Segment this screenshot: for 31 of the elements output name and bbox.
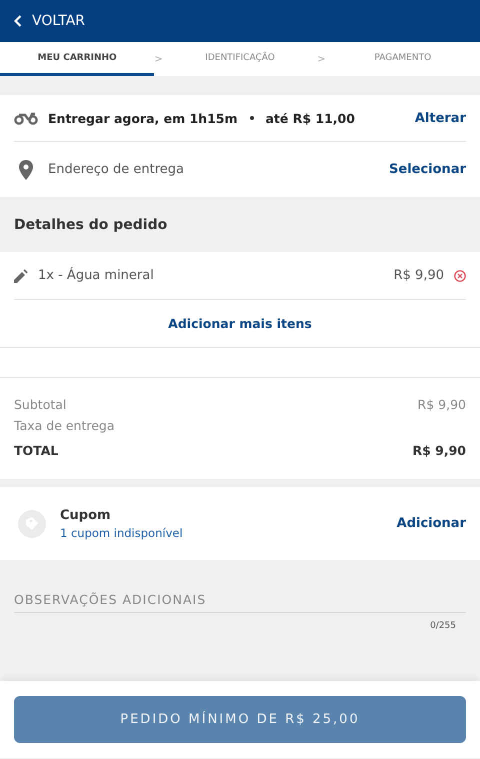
item-name: 1x - Água mineral — [38, 268, 154, 283]
change-link[interactable]: Alterar — [414, 110, 466, 126]
remove-icon[interactable] — [454, 270, 466, 282]
location-pin-icon — [19, 160, 33, 180]
coupon-title: Cupom — [60, 508, 112, 522]
character-counter: 0/255 — [429, 621, 456, 631]
total-label: Subtotal — [14, 396, 66, 414]
step-separator: > — [154, 52, 163, 66]
step-tab[interactable]: MEU CARRINHO — [0, 42, 154, 76]
section-title: Detalhes do pedido — [13, 216, 168, 234]
step-tab[interactable]: PAGAMENTO — [326, 42, 480, 76]
separator-dot — [250, 116, 254, 120]
add-coupon-link[interactable]: Adicionar — [396, 516, 466, 531]
coupon-status: 1 cupom indisponível — [60, 526, 183, 540]
total-label: TOTAL — [14, 442, 58, 460]
motorcycle-icon — [14, 111, 38, 125]
step-separator: > — [317, 52, 326, 66]
total-value: R$ 9,90 — [418, 396, 466, 414]
back-button[interactable]: VOLTAR — [14, 13, 85, 29]
delivery-fee: até R$ 11,00 — [266, 110, 355, 126]
select-address-link[interactable]: Selecionar — [389, 162, 466, 177]
address-label: Endereço de entrega — [48, 162, 184, 177]
delivery-time: Entregar agora, em 1h15m — [48, 110, 238, 126]
step-tab[interactable]: IDENTIFICAÇÃO — [162, 42, 318, 76]
back-icon — [14, 15, 22, 27]
total-value: R$ 9,90 — [412, 442, 466, 460]
pencil-icon — [14, 268, 28, 282]
notes-field[interactable]: OBSERVAÇÕES ADICIONAIS — [14, 588, 466, 613]
item-price: R$ 9,90 — [394, 268, 444, 283]
add-more-link[interactable]: Adicionar mais itens — [168, 316, 312, 331]
total-label: Taxa de entrega — [14, 417, 115, 435]
